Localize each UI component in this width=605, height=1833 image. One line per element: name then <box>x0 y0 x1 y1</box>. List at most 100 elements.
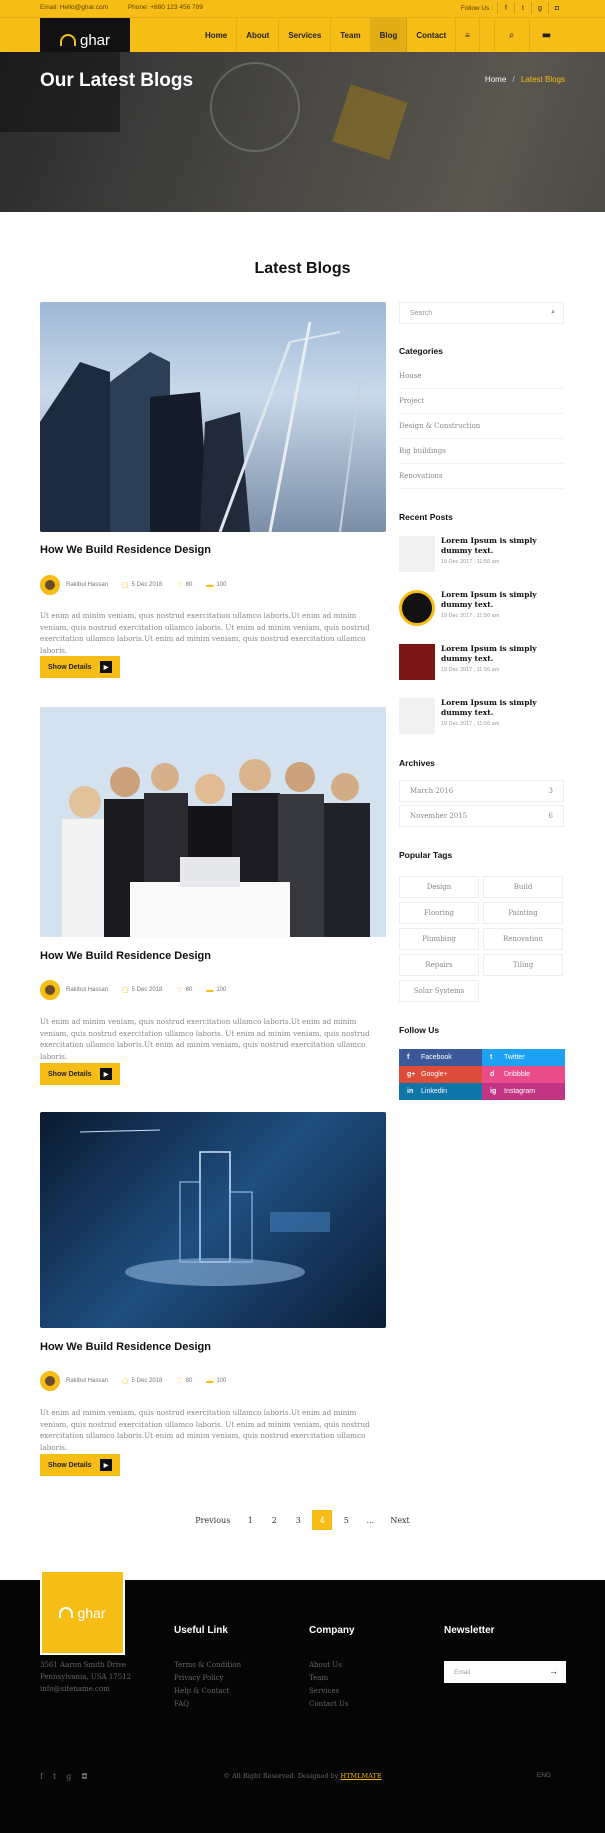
tag-item[interactable]: Plumbing <box>399 928 479 950</box>
newsletter-email-field[interactable]: Email → <box>444 1661 566 1683</box>
page-ellipsis: ... <box>366 1515 375 1525</box>
post-comments: 100 <box>216 582 227 588</box>
archive-item[interactable]: March 2016 3 <box>399 780 564 802</box>
show-details-button[interactable]: Show Details ▶ <box>40 1454 120 1476</box>
recent-post[interactable]: Lorem Ipsum is simply dummy text. 19 Dec… <box>399 536 564 580</box>
button-label: Show Details <box>48 663 92 671</box>
search-icon[interactable]: ⌕ <box>494 18 528 52</box>
post-thumbnail <box>399 590 435 626</box>
category-item[interactable]: Project <box>399 389 564 414</box>
post-date: 5 Dec 2018 <box>131 987 163 993</box>
post-title[interactable]: How We Build Residence Design <box>40 1341 211 1353</box>
nav-team[interactable]: Team <box>331 18 371 52</box>
category-item[interactable]: Big buildings <box>399 439 564 464</box>
designer-link[interactable]: HTMLMATE <box>341 1772 382 1780</box>
search-icon[interactable]: ⌕ <box>551 309 555 317</box>
show-details-button[interactable]: Show Details ▶ <box>40 1063 120 1085</box>
category-item[interactable]: Design & Construction <box>399 414 564 439</box>
recent-post[interactable]: Lorem Ipsum is simply dummy text. 19 Dec… <box>399 698 564 742</box>
breadcrumb-home[interactable]: Home <box>485 75 506 84</box>
dribbble-icon: d <box>490 1071 495 1078</box>
address-line: Pennsylvania, USA 17512 <box>40 1673 132 1681</box>
address-email[interactable]: info@sitename.com <box>40 1683 110 1695</box>
chat-icon[interactable]: ▬ <box>529 18 563 52</box>
twitter-button[interactable]: t Twitter <box>482 1049 565 1066</box>
facebook-icon[interactable]: f <box>497 2 514 14</box>
play-icon: ▶ <box>100 661 112 673</box>
search-input[interactable]: Search ⌕ <box>399 302 564 324</box>
footer-link[interactable]: Privacy Policy <box>174 1672 224 1686</box>
page-1[interactable]: 1 <box>240 1510 260 1530</box>
recent-post-title[interactable]: Lorem Ipsum is simply dummy text. <box>441 590 566 610</box>
tag-item[interactable]: Flooring <box>399 902 479 924</box>
recent-post-date: 19 Dec 2017 , 11:56 am <box>441 613 500 619</box>
post-title[interactable]: How We Build Residence Design <box>40 950 211 962</box>
footer-link[interactable]: Terms & Condition <box>174 1659 241 1673</box>
category-item[interactable]: House <box>399 364 564 389</box>
recent-post[interactable]: Lorem Ipsum is simply dummy text. 19 Dec… <box>399 590 564 634</box>
next-page-button[interactable]: Next <box>384 1510 415 1530</box>
post-author[interactable]: Rakibul Hassan <box>66 987 108 993</box>
prev-page-button[interactable]: Previous <box>189 1510 236 1530</box>
post-title[interactable]: How We Build Residence Design <box>40 544 211 556</box>
post-image[interactable] <box>40 302 386 532</box>
nav-about[interactable]: About <box>237 18 280 52</box>
google-plus-icon[interactable]: g <box>531 2 548 14</box>
facebook-button[interactable]: f Facebook <box>399 1049 482 1066</box>
nav-blog[interactable]: Blog <box>370 18 408 52</box>
footer-link[interactable]: Contact Us <box>309 1698 349 1712</box>
page-4[interactable]: 4 <box>312 1510 333 1530</box>
google-plus-button[interactable]: g+ Google+ <box>399 1066 482 1083</box>
archives-title: Archives <box>399 758 435 768</box>
tag-item[interactable]: Renovation <box>483 928 563 950</box>
recent-post-title[interactable]: Lorem Ipsum is simply dummy text. <box>441 698 566 718</box>
button-label: Show Details <box>48 1070 92 1078</box>
footer-link[interactable]: Team <box>309 1672 328 1686</box>
footer-link[interactable]: Help & Contact <box>174 1685 229 1699</box>
top-social: Follow Us : f t g ◘ <box>461 2 565 14</box>
language-selector[interactable]: ENG <box>537 1772 551 1779</box>
category-item[interactable]: Renovations <box>399 464 564 489</box>
comment-icon: ▬ <box>206 581 214 589</box>
tag-item[interactable]: Painting <box>483 902 563 924</box>
twitter-icon: t <box>490 1054 493 1061</box>
nav-contact[interactable]: Contact <box>407 18 457 52</box>
nav-home[interactable]: Home <box>196 18 238 52</box>
recent-post-title[interactable]: Lorem Ipsum is simply dummy text. <box>441 536 566 556</box>
tag-item[interactable]: Tiling <box>483 954 563 976</box>
post-image[interactable] <box>40 1112 386 1328</box>
recent-post-title[interactable]: Lorem Ipsum is simply dummy text. <box>441 644 566 664</box>
page-3[interactable]: 3 <box>288 1510 308 1530</box>
page-5[interactable]: 5 <box>336 1510 356 1530</box>
footer-link[interactable]: Services <box>309 1685 339 1699</box>
post-image[interactable] <box>40 707 386 937</box>
nav-services[interactable]: Services <box>279 18 332 52</box>
twitter-icon[interactable]: t <box>514 2 531 14</box>
instagram-button[interactable]: ig Instagram <box>482 1083 565 1100</box>
menu-icon[interactable]: ≡ <box>456 18 480 52</box>
page-2[interactable]: 2 <box>264 1510 284 1530</box>
dribbble-button[interactable]: d Dribbble <box>482 1066 565 1083</box>
linkedin-button[interactable]: in Linkedin <box>399 1083 482 1100</box>
instagram-icon[interactable]: ◘ <box>548 2 565 14</box>
popular-tags-title: Popular Tags <box>399 850 453 860</box>
company-title: Company <box>309 1625 355 1636</box>
show-details-button[interactable]: Show Details ▶ <box>40 656 120 678</box>
tag-item[interactable]: Solar Systems <box>399 980 479 1002</box>
footer-logo[interactable]: ghar <box>40 1570 125 1655</box>
post-excerpt: Ut enim ad minim veniam, quis nostrud ex… <box>40 1408 370 1452</box>
post-author[interactable]: Rakibul Hassan <box>66 582 108 588</box>
arrow-right-icon[interactable]: → <box>549 1666 558 1676</box>
recent-post[interactable]: Lorem Ipsum is simply dummy text. 19 Dec… <box>399 644 564 688</box>
tag-item[interactable]: Repairs <box>399 954 479 976</box>
house-icon <box>59 1607 74 1618</box>
address-line: 3561 Aaron Smith Drive <box>40 1661 127 1669</box>
footer-link[interactable]: FAQ <box>174 1698 189 1712</box>
tag-item[interactable]: Design <box>399 876 479 898</box>
post-author[interactable]: Rakibul Hassan <box>66 1378 108 1384</box>
comment-icon: ▬ <box>206 1377 214 1385</box>
footer-link[interactable]: About Us <box>309 1659 342 1673</box>
tag-item[interactable]: Build <box>483 876 563 898</box>
recent-posts-title: Recent Posts <box>399 512 453 522</box>
archive-item[interactable]: November 2015 6 <box>399 805 564 827</box>
